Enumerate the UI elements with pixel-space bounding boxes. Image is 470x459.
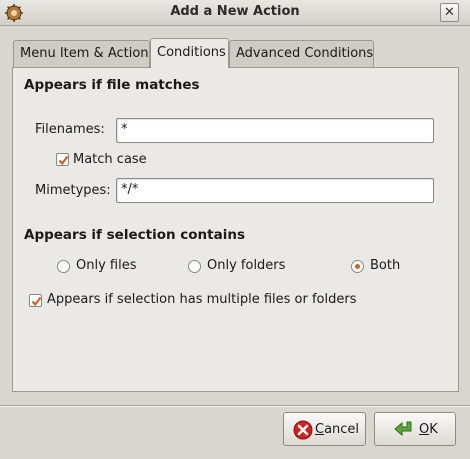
multiple-files-label[interactable]: Appears if selection has multiple files … [47,292,356,307]
cancel-button[interactable]: Cancel [283,412,366,446]
tab-label: Menu Item & Action [20,46,149,61]
file-matches-heading: Appears if file matches [24,77,200,93]
title-bar: Add a New Action ✕ [0,0,470,26]
mimetypes-field[interactable]: */* [116,178,434,203]
close-button[interactable]: ✕ [440,3,459,22]
both-radio[interactable] [351,260,364,273]
cancel-button-label: Cancel [315,422,360,437]
tab-label: Conditions [157,45,226,60]
tab-menu-item-action[interactable]: Menu Item & Action [13,40,150,67]
multiple-files-checkbox[interactable] [29,294,42,307]
checkmark-icon [58,155,69,166]
tab-advanced-conditions[interactable]: Advanced Conditions [229,40,374,67]
tab-conditions[interactable]: Conditions [150,38,229,68]
filenames-label: Filenames: [35,122,105,137]
both-label[interactable]: Both [370,258,400,273]
only-files-radio[interactable] [57,260,70,273]
ok-button[interactable]: OK [374,412,456,446]
filenames-field[interactable]: * [116,118,434,143]
separator [0,405,470,407]
mimetypes-label: Mimetypes: [35,183,111,198]
checkmark-icon [31,296,42,307]
selection-contains-heading: Appears if selection contains [24,227,246,243]
cancel-icon [293,420,313,440]
ok-arrow-icon [394,421,412,437]
tab-label: Advanced Conditions [236,46,374,61]
only-files-label[interactable]: Only files [76,258,136,273]
only-folders-label[interactable]: Only folders [207,258,285,273]
radio-selected-dot [355,264,360,269]
window-title: Add a New Action [170,4,300,19]
only-folders-radio[interactable] [188,260,201,273]
close-icon: ✕ [444,5,455,20]
match-case-label[interactable]: Match case [73,152,147,167]
match-case-checkbox[interactable] [56,153,69,166]
ok-button-label: OK [419,422,438,437]
